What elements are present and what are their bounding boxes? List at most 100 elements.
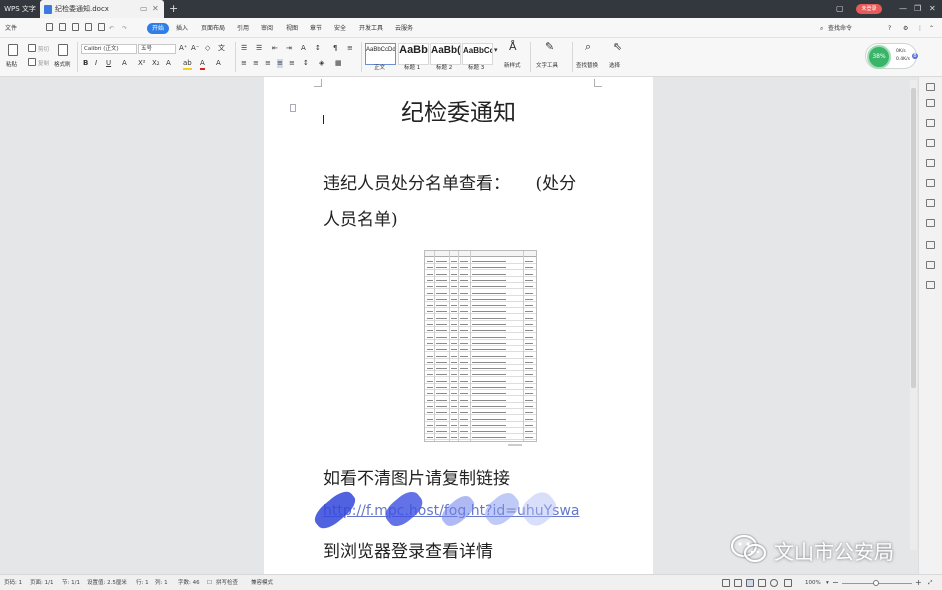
select-button[interactable]: 选择	[609, 61, 620, 69]
paste-icon[interactable]	[8, 44, 18, 56]
app-name[interactable]: WPS 文字	[0, 0, 40, 18]
spell-check-button[interactable]: 拼写检查	[216, 575, 238, 590]
new-tab-button[interactable]: +	[169, 0, 178, 18]
outline-icon[interactable]	[926, 199, 935, 207]
cut-button[interactable]: 剪切	[38, 45, 49, 53]
more-icon[interactable]: ⋮	[917, 23, 923, 34]
menu-tab-view[interactable]: 视图	[286, 23, 298, 34]
close-window-icon[interactable]: ✕	[929, 0, 936, 18]
style-heading-1[interactable]: AaBb	[398, 43, 429, 65]
align-left-icon[interactable]: ≡	[241, 59, 247, 68]
history-icon[interactable]	[926, 241, 935, 249]
text-tools-icon[interactable]: ✎	[545, 41, 554, 52]
vertical-scrollbar[interactable]	[910, 80, 917, 550]
show-marks-icon[interactable]: ¶	[333, 44, 337, 53]
reading-view-icon[interactable]	[734, 579, 742, 587]
subscript-icon[interactable]: X₂	[152, 59, 160, 68]
zoom-dropdown-icon[interactable]: ▾	[826, 575, 829, 590]
char-border-icon[interactable]: A	[216, 59, 221, 68]
phonetic-icon[interactable]: 文	[218, 44, 225, 53]
font-family-select[interactable]: Calibri (正文)	[81, 44, 137, 54]
settings-icon[interactable]: ⚙	[903, 23, 908, 34]
web-view-icon[interactable]	[770, 579, 778, 587]
style-heading-2[interactable]: AaBb(	[430, 43, 461, 65]
skin-icon[interactable]: ▢	[836, 0, 844, 18]
fit-page-icon[interactable]: ⤢	[928, 575, 932, 590]
line-spacing-menu-icon[interactable]: ↕	[303, 59, 309, 68]
new-style-button[interactable]: 新样式	[504, 61, 521, 69]
shrink-font-icon[interactable]: A⁻	[191, 44, 199, 53]
document-page[interactable]: 纪检委通知 违纪人员处分名单查看： (处分 人员名单) 如看不清图片请复制链接 …	[264, 77, 653, 575]
export-pdf-icon[interactable]	[98, 23, 105, 31]
login-button[interactable]: 未登录	[856, 4, 882, 14]
restore-icon[interactable]: ❐	[914, 0, 921, 18]
find-replace-button[interactable]: 查找替换	[576, 61, 598, 69]
redo-icon[interactable]: ↷	[122, 23, 127, 34]
justify-icon[interactable]: ≡	[277, 59, 283, 68]
superscript-icon[interactable]: X²	[138, 59, 146, 68]
sort-icon[interactable]: ↕	[315, 44, 321, 53]
underline-icon[interactable]: U	[106, 59, 111, 68]
menu-tab-insert[interactable]: 插入	[176, 23, 188, 34]
file-menu[interactable]: 文件	[5, 23, 17, 34]
line-spacing-icon[interactable]: ≡	[347, 44, 353, 53]
page-view-icon[interactable]	[746, 579, 754, 587]
bold-icon[interactable]: B	[83, 59, 88, 68]
speed-widget[interactable]: 38% 0K/s 0.4K/s 8	[865, 43, 918, 69]
style-heading-3[interactable]: AaBbCc	[462, 43, 493, 65]
increase-indent-icon[interactable]: ⇥	[286, 44, 292, 53]
distributed-icon[interactable]: ≡	[289, 59, 295, 68]
minimize-icon[interactable]: —	[899, 0, 907, 18]
font-color-icon[interactable]: A	[200, 59, 205, 70]
grow-font-icon[interactable]: A⁺	[179, 44, 187, 53]
select-icon[interactable]: ⇖	[613, 41, 622, 52]
print-preview-icon[interactable]	[72, 23, 79, 31]
format-painter-button[interactable]: 格式刷	[54, 60, 71, 68]
menu-tab-review[interactable]: 审阅	[261, 23, 273, 34]
decrease-indent-icon[interactable]: ⇤	[272, 44, 278, 53]
collapse-sidebar-icon[interactable]	[926, 83, 935, 91]
highlight-icon[interactable]: ab	[183, 59, 192, 70]
outline-view-icon[interactable]	[758, 579, 766, 587]
numbered-list-icon[interactable]: ☰	[256, 44, 262, 53]
find-icon[interactable]: ⌕	[585, 41, 591, 52]
spell-check-icon[interactable]: ☐	[207, 575, 212, 590]
paste-button[interactable]: 粘贴	[6, 60, 17, 68]
help-icon[interactable]: ?	[888, 23, 891, 34]
name-list-image[interactable]	[424, 250, 537, 442]
cut-icon[interactable]	[28, 44, 36, 52]
close-tab-icon[interactable]: ✕	[152, 0, 159, 18]
border-icon[interactable]: ▦	[335, 59, 342, 68]
zoom-level[interactable]: 100%	[805, 575, 821, 590]
lock-icon[interactable]	[926, 139, 935, 147]
zoom-slider-handle[interactable]	[873, 580, 879, 586]
zoom-in-icon[interactable]: +	[915, 575, 922, 590]
font-size-select[interactable]: 五号	[138, 44, 176, 54]
minimize-tab-icon[interactable]: ▭	[140, 0, 148, 18]
menu-tab-developer[interactable]: 开发工具	[359, 23, 383, 34]
align-center-icon[interactable]: ≡	[253, 59, 259, 68]
menu-tab-home[interactable]: 开始	[147, 23, 170, 34]
scrollbar-thumb[interactable]	[911, 88, 916, 388]
menu-tab-page-layout[interactable]: 页面布局	[201, 23, 225, 34]
menu-tab-cloud[interactable]: 云服务	[395, 23, 413, 34]
open-icon[interactable]	[46, 23, 53, 31]
zoom-out-icon[interactable]: −	[832, 575, 839, 590]
shapes-icon[interactable]	[926, 219, 935, 227]
italic-icon[interactable]: I	[95, 59, 97, 68]
text-tools-button[interactable]: 文字工具	[536, 61, 558, 69]
bullet-list-icon[interactable]: ☰	[241, 44, 247, 53]
new-style-icon[interactable]: Å	[509, 41, 517, 52]
menu-tab-security[interactable]: 安全	[334, 23, 346, 34]
collapse-ribbon-icon[interactable]: ⌃	[929, 23, 934, 34]
chinese-layout-icon[interactable]: A	[301, 44, 306, 53]
fullscreen-icon[interactable]	[722, 579, 730, 587]
text-effect-icon[interactable]: A	[166, 59, 171, 68]
backup-icon[interactable]	[926, 179, 935, 187]
format-painter-icon[interactable]	[58, 44, 68, 56]
document-tab[interactable]: 纪检委通知.docx ▭ ✕	[40, 0, 164, 18]
clear-format-icon[interactable]: ◇	[205, 44, 210, 53]
styles-more-icon[interactable]: ▾	[494, 46, 498, 55]
print-icon[interactable]	[85, 23, 92, 31]
review-icon[interactable]	[926, 261, 935, 269]
